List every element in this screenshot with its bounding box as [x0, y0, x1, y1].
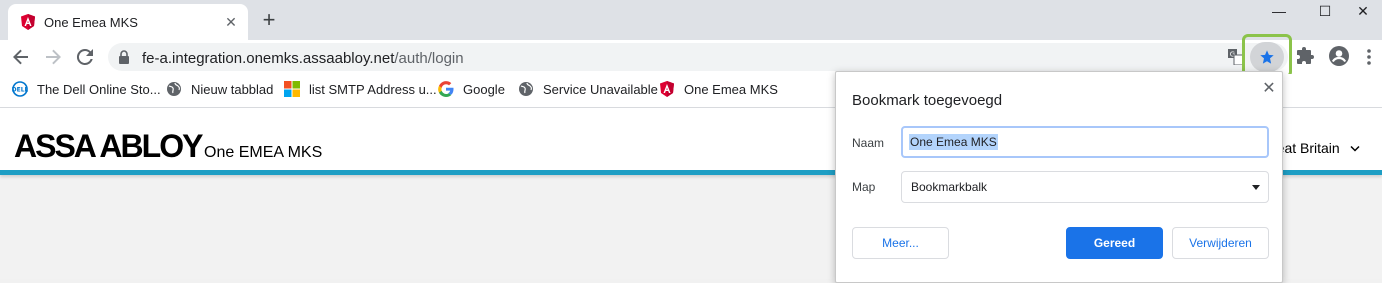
bookmark-one-emea-mks[interactable]: One Emea MKS — [659, 81, 778, 101]
microsoft-icon — [284, 81, 300, 97]
url-path: /auth/login — [394, 50, 464, 67]
star-icon — [1260, 50, 1274, 64]
dell-icon: DELL — [12, 81, 28, 97]
globe-icon — [519, 82, 533, 96]
bookmark-dell[interactable]: DELL The Dell Online Sto... — [12, 81, 161, 101]
reload-icon — [76, 48, 93, 65]
minimize-button[interactable]: — — [1256, 0, 1302, 24]
bookmark-label: list SMTP Address u... — [309, 82, 437, 97]
bookmark-service-unavailable[interactable]: Service Unavailable — [518, 81, 658, 101]
arrow-left-icon — [13, 49, 28, 65]
lock-icon[interactable] — [118, 50, 130, 64]
tab-close-icon[interactable]: ✕ — [222, 13, 240, 31]
forward-button[interactable] — [40, 44, 66, 70]
folder-value: Bookmarkbalk — [911, 180, 988, 194]
tab-one-emea-mks[interactable]: One Emea MKS ✕ — [8, 4, 248, 40]
chevron-down-icon — [1350, 145, 1360, 152]
region-selector[interactable]: reat Britain — [1272, 140, 1360, 156]
dialog-close-icon[interactable]: ✕ — [1260, 80, 1278, 98]
back-button[interactable] — [8, 44, 34, 70]
kebab-menu-icon[interactable] — [1364, 48, 1374, 66]
extensions-puzzle-icon[interactable] — [1296, 46, 1316, 66]
angular-icon — [660, 81, 674, 97]
name-label: Naam — [852, 136, 885, 150]
bookmark-name-value: One Emea MKS — [909, 134, 998, 150]
bookmark-added-dialog: Bookmark toegevoegd ✕ Naam One Emea MKS … — [835, 71, 1283, 283]
bookmark-label: Nieuw tabblad — [191, 82, 274, 97]
bookmark-name-input[interactable]: One Emea MKS — [901, 126, 1269, 158]
bookmark-label: The Dell Online Sto... — [37, 82, 161, 97]
more-button[interactable]: Meer... — [852, 227, 949, 259]
google-icon — [438, 81, 454, 97]
address-bar[interactable]: fe-a.integration.onemks.assaabloy.net/au… — [108, 43, 1288, 71]
tab-strip: One Emea MKS ✕ + — ☐ ✕ — [0, 0, 1382, 40]
url-host: fe-a.integration.onemks.assaabloy.net — [142, 50, 395, 67]
profile-avatar-icon[interactable] — [1328, 45, 1350, 67]
bookmark-folder-select[interactable]: Bookmarkbalk — [901, 171, 1269, 203]
remove-button[interactable]: Verwijderen — [1172, 227, 1269, 259]
globe-icon — [167, 82, 181, 96]
tab-title: One Emea MKS — [44, 15, 138, 30]
dialog-title: Bookmark toegevoegd — [852, 92, 1003, 109]
bookmark-nieuw-tabblad[interactable]: Nieuw tabblad — [166, 81, 276, 101]
site-name: One EMEA MKS — [204, 144, 323, 161]
reload-button[interactable] — [72, 44, 98, 70]
assa-abloy-logo[interactable]: ASSA ABLOY — [14, 128, 203, 165]
bookmark-star-button[interactable] — [1250, 42, 1284, 72]
bookmark-list-smtp[interactable]: list SMTP Address u... — [284, 81, 437, 101]
browser-toolbar: fe-a.integration.onemks.assaabloy.net/au… — [0, 40, 1382, 74]
folder-label: Map — [852, 180, 876, 194]
bookmark-label: One Emea MKS — [684, 82, 778, 97]
url-text[interactable]: fe-a.integration.onemks.assaabloy.net/au… — [142, 50, 464, 67]
close-window-button[interactable]: ✕ — [1340, 0, 1382, 24]
angular-icon — [21, 14, 35, 30]
bookmark-label: Google — [463, 82, 505, 97]
done-button[interactable]: Gereed — [1066, 227, 1163, 259]
bookmark-google[interactable]: Google — [438, 81, 508, 101]
svg-text:DELL: DELL — [12, 87, 28, 94]
bookmark-label: Service Unavailable — [543, 82, 658, 97]
arrow-right-icon — [46, 49, 61, 65]
dropdown-caret-icon — [1252, 185, 1260, 190]
new-tab-button[interactable]: + — [258, 9, 280, 32]
